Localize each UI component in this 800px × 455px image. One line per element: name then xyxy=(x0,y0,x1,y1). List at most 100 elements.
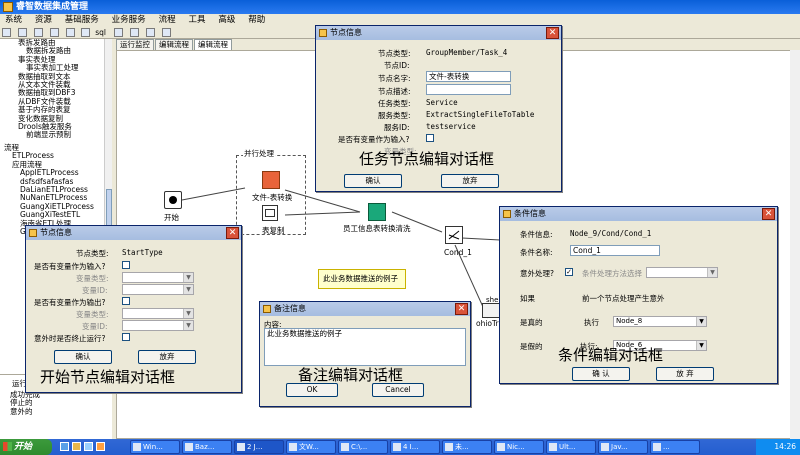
var-id-select-2[interactable]: ▼ xyxy=(122,320,194,331)
shell-node-icon[interactable] xyxy=(482,303,500,318)
cond-info-value: Node_9/Cond/Cond_1 xyxy=(570,229,652,238)
tab-run-monitor[interactable]: 运行监控 xyxy=(116,39,154,50)
table-copy-node-icon[interactable] xyxy=(262,205,278,221)
taskbar-button[interactable]: Nic... xyxy=(494,440,544,454)
menu-item-advanced[interactable]: 高级 xyxy=(213,14,240,27)
start-node-icon[interactable] xyxy=(164,191,182,209)
menu-item-tools[interactable]: 工具 xyxy=(183,14,210,27)
dialog-icon xyxy=(503,210,511,218)
toolbar-save-icon[interactable] xyxy=(33,28,43,37)
taskbar-button[interactable]: Baz... xyxy=(182,440,232,454)
toolbar-flow-icon[interactable] xyxy=(129,28,139,37)
var-output-checkbox[interactable] xyxy=(122,297,130,305)
taskbar-button[interactable]: Win... xyxy=(130,440,180,454)
taskbar-button[interactable]: 未... xyxy=(442,440,492,454)
cancel-button[interactable]: 放弃 xyxy=(441,174,499,188)
window-icon xyxy=(237,443,245,451)
cond-exception-checkbox[interactable]: ✓ xyxy=(565,268,573,276)
cancel-button[interactable]: Cancel xyxy=(372,383,424,397)
tab-edit-process[interactable]: 编辑流程 xyxy=(155,39,193,50)
app-icon xyxy=(3,2,13,12)
taskbar-button[interactable]: Ult... xyxy=(546,440,596,454)
tree-node[interactable]: 前端显示预制 xyxy=(0,131,111,140)
toolbar-refresh-icon[interactable] xyxy=(65,28,75,37)
toolbar-db-icon[interactable] xyxy=(81,28,91,37)
task-node-dialog-title: 节点信息 xyxy=(330,28,362,37)
canvas-note[interactable]: 此业务数据推送的例子 xyxy=(318,269,406,289)
menu-item-basic-service[interactable]: 基础服务 xyxy=(60,14,104,27)
file-to-table-node-icon[interactable] xyxy=(262,171,280,189)
ie-icon[interactable] xyxy=(60,442,69,451)
field-value: Service xyxy=(426,98,458,107)
var-type-select[interactable]: ▼ xyxy=(122,272,194,283)
field-label: 服务类型: xyxy=(378,111,411,120)
close-icon[interactable]: ✕ xyxy=(546,27,559,39)
var-id-select[interactable]: ▼ xyxy=(122,284,194,295)
taskbar-button[interactable]: ... xyxy=(650,440,700,454)
chevron-down-icon: ▼ xyxy=(696,317,706,326)
toolbar-new-icon[interactable] xyxy=(2,28,11,37)
toolbar-open-icon[interactable] xyxy=(17,28,27,37)
window-titlebar: 睿智数据集成管理 xyxy=(0,0,800,14)
note-content-textarea[interactable]: 此业务数据推送的例子 xyxy=(264,328,466,366)
taskbar-button[interactable]: C:\... xyxy=(338,440,388,454)
node-type-label: 节点类型: xyxy=(76,249,109,258)
taskbar-button-label: 未... xyxy=(455,443,469,451)
ok-button[interactable]: 确认 xyxy=(344,174,402,188)
start-node-dialog-titlebar[interactable]: 节点信息 ✕ xyxy=(26,226,241,240)
canvas-scrollbar[interactable] xyxy=(790,50,800,439)
cond-true-select[interactable]: Node_8 ▼ xyxy=(613,316,707,327)
cond-node-label: Cond_1 xyxy=(444,248,472,257)
cond-name-input[interactable]: Cond_1 xyxy=(570,245,660,256)
note-dialog-titlebar[interactable]: 备注信息 ✕ xyxy=(260,302,470,316)
ok-button[interactable]: 确 认 xyxy=(572,367,630,381)
node-desc-input[interactable] xyxy=(426,84,511,95)
cancel-button[interactable]: 放弃 xyxy=(138,350,196,364)
toolbar-stop-icon[interactable] xyxy=(161,28,171,37)
table-copy-node-label: 表复制 xyxy=(262,226,285,235)
cond-node-icon[interactable] xyxy=(445,226,463,244)
toolbar-print-icon[interactable] xyxy=(49,28,59,37)
cancel-button[interactable]: 放 弃 xyxy=(656,367,714,381)
var-id-label-2: 变量ID: xyxy=(82,322,108,331)
exception-checkbox[interactable] xyxy=(122,333,130,341)
var-type-select-2[interactable]: ▼ xyxy=(122,308,194,319)
folder-icon[interactable] xyxy=(72,442,81,451)
menu-item-system[interactable]: 系统 xyxy=(0,14,27,27)
toolbar-table-icon[interactable] xyxy=(113,28,123,37)
toolbar-sql-button[interactable]: sql xyxy=(95,27,106,38)
taskbar-button[interactable]: 4 I... xyxy=(390,440,440,454)
taskbar-button[interactable]: 文W... xyxy=(286,440,336,454)
tab-edit-process-active[interactable]: 编辑流程 xyxy=(194,39,232,50)
menu-item-help[interactable]: 帮助 xyxy=(243,14,270,27)
node-name-input[interactable]: 文件-表转换 xyxy=(426,71,511,82)
taskbar-button[interactable]: 2 J... xyxy=(234,440,284,454)
clean-node-icon[interactable] xyxy=(368,203,386,221)
menu-item-process[interactable]: 流程 xyxy=(154,14,181,27)
var-input-checkbox[interactable] xyxy=(122,261,130,269)
close-icon[interactable]: ✕ xyxy=(455,303,468,315)
toolbar-run-icon[interactable] xyxy=(145,28,155,37)
start-button[interactable]: 开始 xyxy=(0,439,52,455)
task-node-dialog-titlebar[interactable]: 节点信息 ✕ xyxy=(316,26,561,40)
ok-button[interactable]: 确认 xyxy=(54,350,112,364)
taskbar-button-label: 文W... xyxy=(299,443,319,451)
chevron-down-icon: ▼ xyxy=(183,321,193,330)
var-input-label: 是否有变量作为输入? xyxy=(338,135,410,144)
status-item[interactable]: 意外的 xyxy=(0,407,112,417)
var-id-label: 变量ID: xyxy=(82,286,108,295)
cond-dialog-titlebar[interactable]: 条件信息 ✕ xyxy=(500,207,777,221)
close-icon[interactable]: ✕ xyxy=(226,227,239,239)
desktop-icon[interactable] xyxy=(84,442,93,451)
taskbar-button[interactable]: Jav... xyxy=(598,440,648,454)
menu-item-resource[interactable]: 资源 xyxy=(30,14,57,27)
ok-button[interactable]: OK xyxy=(286,383,338,397)
task-node-dialog-caption: 任务节点编辑对话框 xyxy=(359,150,495,168)
cond-false-label: 是假的 xyxy=(520,342,543,351)
clock[interactable]: 14:26 xyxy=(774,442,796,451)
close-icon[interactable]: ✕ xyxy=(762,208,775,220)
var-input-checkbox[interactable] xyxy=(426,134,434,142)
cond-method-select[interactable]: ▼ xyxy=(646,267,718,278)
menu-item-business-service[interactable]: 业务服务 xyxy=(107,14,151,27)
app-icon[interactable] xyxy=(96,442,105,451)
